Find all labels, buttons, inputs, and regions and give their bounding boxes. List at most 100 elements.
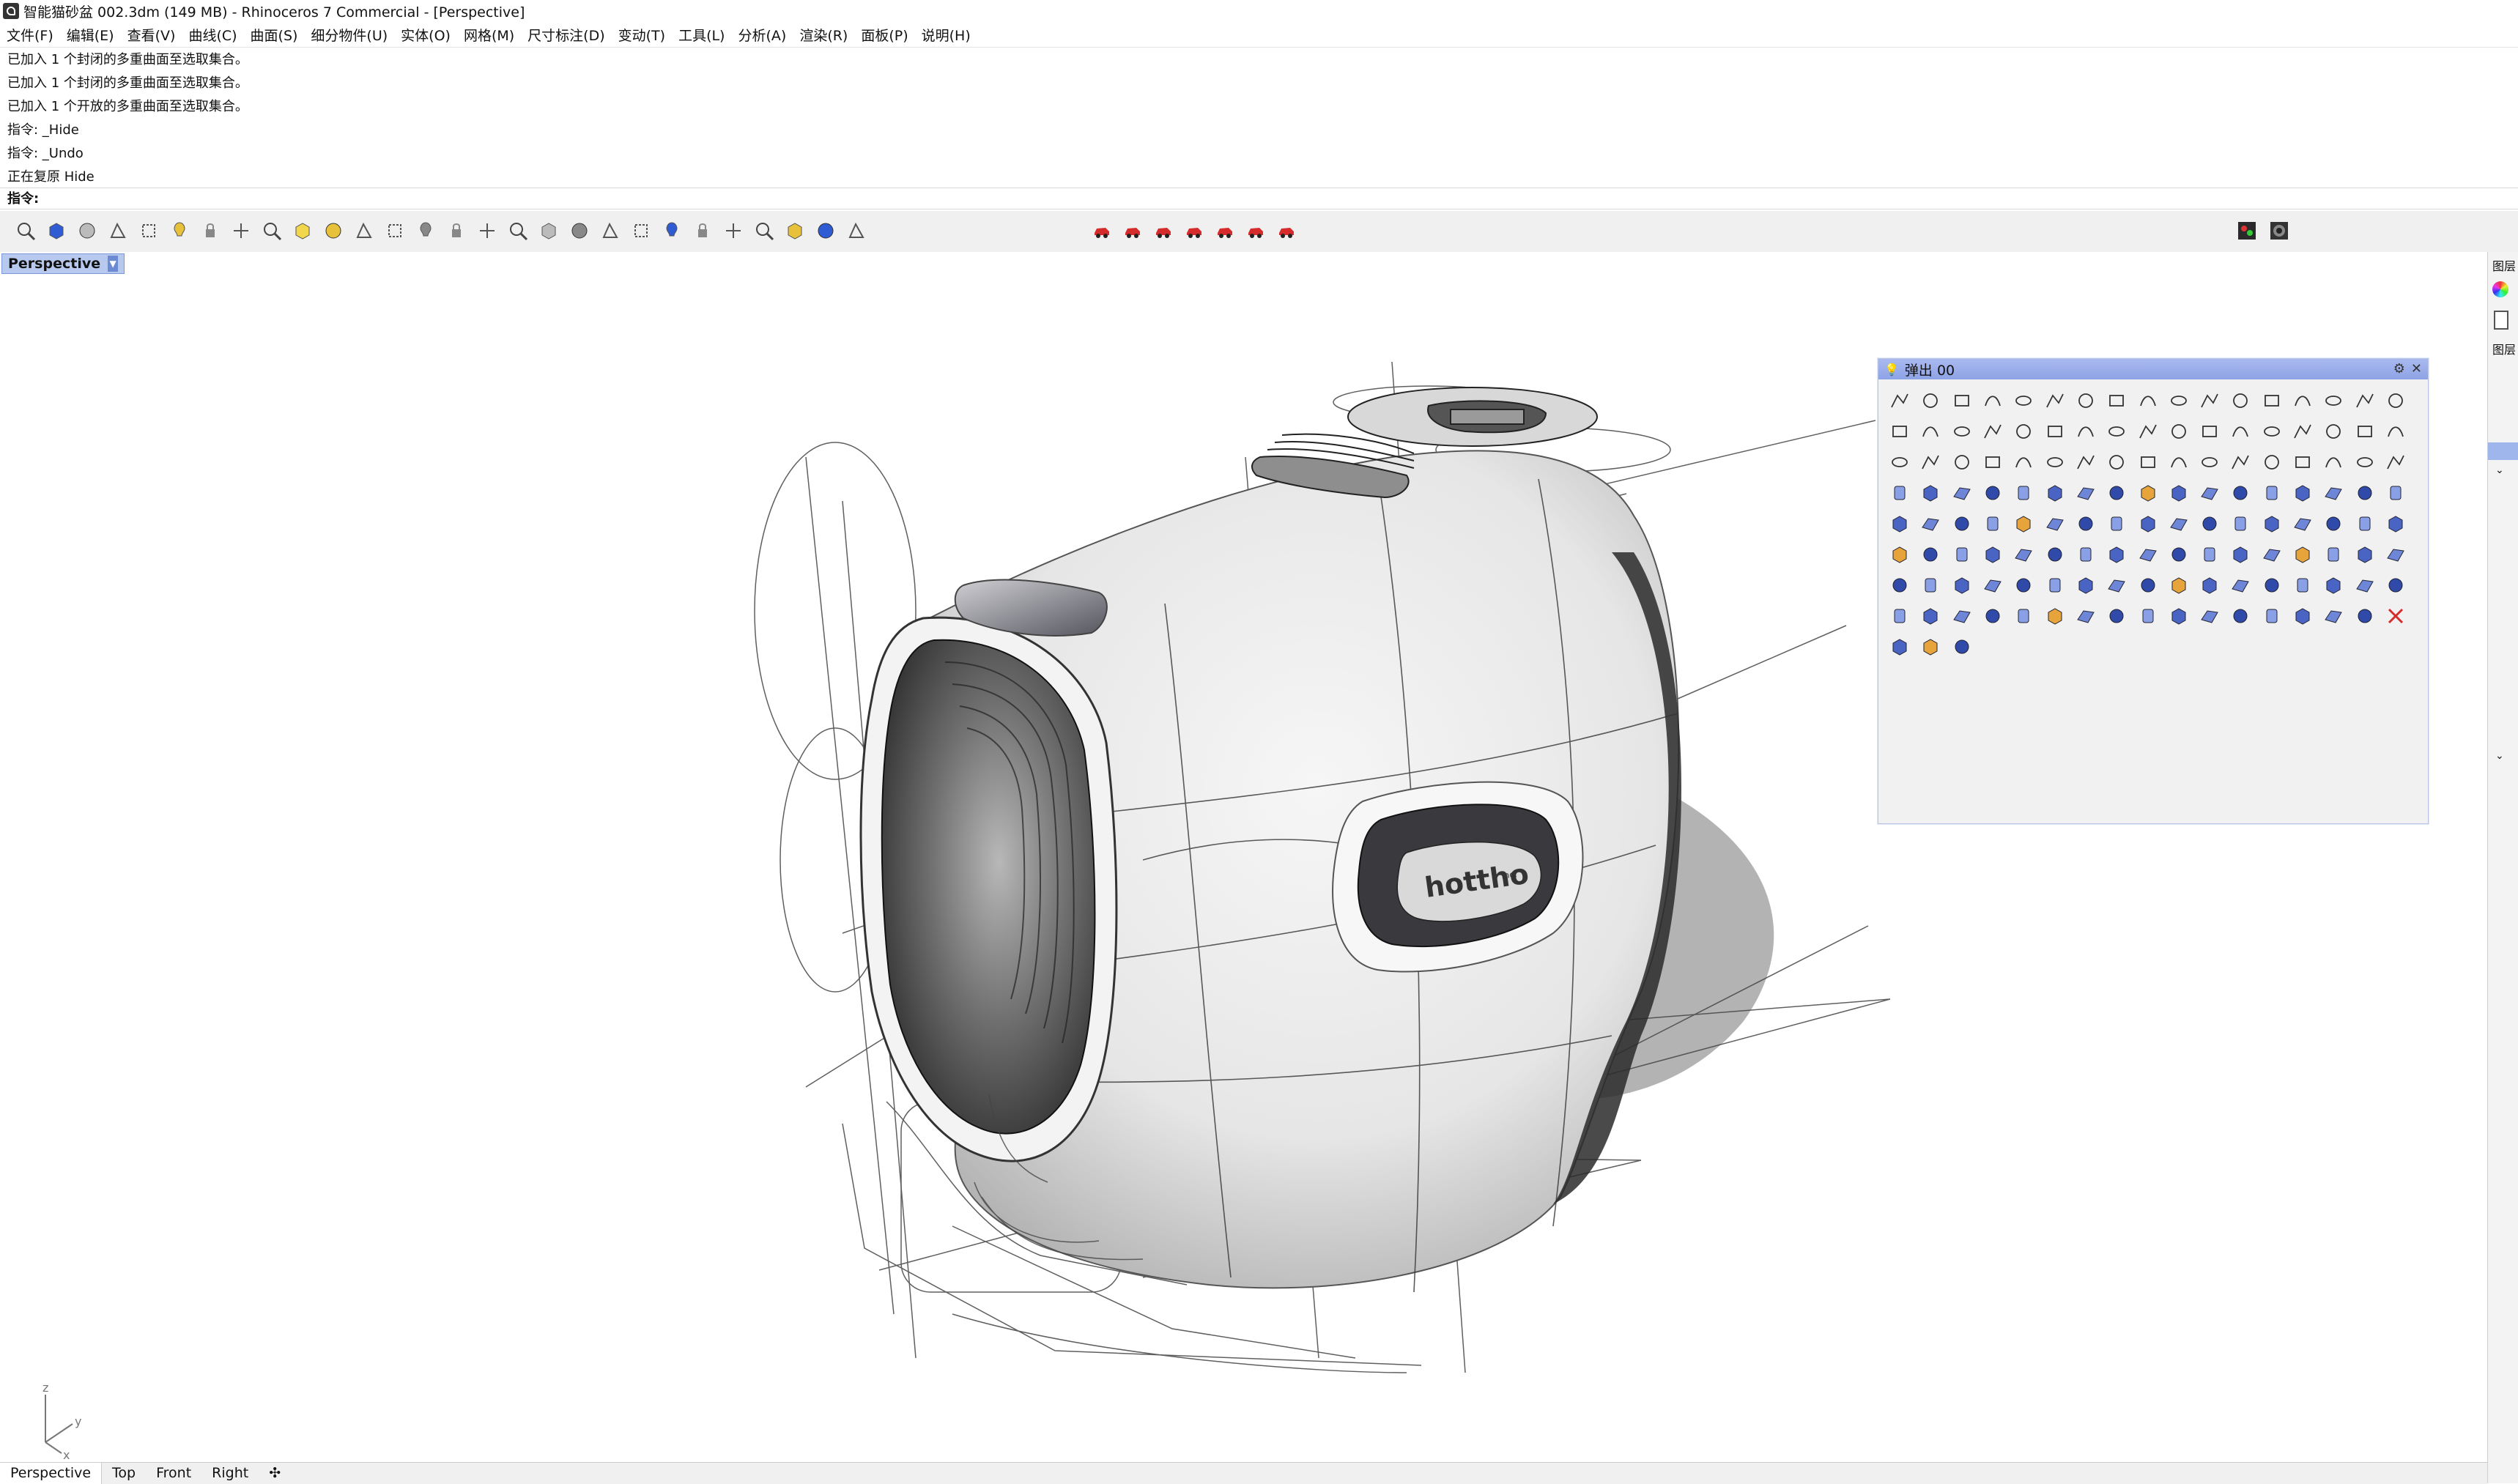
popup-tool-icon[interactable] [2070, 416, 2101, 447]
popup-tool-icon[interactable] [1884, 416, 1915, 447]
popup-tool-icon[interactable] [1915, 508, 1946, 539]
popup-tool-icon[interactable] [1947, 631, 1977, 662]
popup-tool-icon[interactable] [1915, 416, 1946, 447]
popup-tool-icon[interactable] [2287, 416, 2318, 447]
popup-tool-icon[interactable] [2318, 478, 2349, 508]
axes-icon[interactable] [844, 218, 869, 243]
menu-panels[interactable]: 面板(P) [854, 25, 914, 45]
menu-file[interactable]: 文件(F) [0, 25, 60, 45]
rectangle-dim-icon[interactable] [721, 218, 746, 243]
popup-tool-icon[interactable] [2194, 385, 2225, 416]
lock-icon[interactable] [475, 218, 500, 243]
popup-tool-icon[interactable] [2163, 416, 2194, 447]
popup-tool-icon[interactable] [2256, 385, 2287, 416]
popup-tool-icon[interactable] [2318, 385, 2349, 416]
popup-tool-icon[interactable] [2101, 539, 2132, 570]
popup-tool-icon[interactable] [2163, 601, 2194, 631]
popup-tool-icon[interactable] [2008, 416, 2039, 447]
menu-solid[interactable]: 实体(O) [394, 25, 457, 45]
popup-tool-icon[interactable] [1947, 447, 1977, 478]
popup-tool-icon[interactable] [2225, 447, 2256, 478]
render-color-icon[interactable] [2234, 218, 2259, 243]
rotate-icon[interactable] [259, 218, 284, 243]
popup-tool-icon[interactable] [1884, 539, 1915, 570]
popup-tool-icon[interactable] [2008, 601, 2039, 631]
popup-tool-icon[interactable] [2194, 601, 2225, 631]
selected-layer-row[interactable] [2488, 442, 2518, 460]
popup-tool-icon[interactable] [2380, 570, 2411, 601]
popup-tool-icon[interactable] [2380, 447, 2411, 478]
popup-tool-icon[interactable] [1977, 539, 2008, 570]
tab-top[interactable]: Top [102, 1463, 146, 1484]
popup-tool-icon[interactable] [2101, 508, 2132, 539]
menu-edit[interactable]: 编辑(E) [60, 25, 121, 45]
popup-tool-icon[interactable] [1977, 478, 2008, 508]
popup-tool-icon[interactable] [1977, 570, 2008, 601]
popup-tool-icon[interactable] [2256, 570, 2287, 601]
popup-tool-icon[interactable] [2132, 447, 2163, 478]
popup-tool-icon[interactable] [1977, 416, 2008, 447]
popup-tool-icon[interactable] [1915, 601, 1946, 631]
popup-tool-icon[interactable] [2349, 416, 2380, 447]
popup-tool-icon[interactable] [2318, 447, 2349, 478]
menu-tools[interactable]: 工具(L) [672, 25, 731, 45]
tab-perspective[interactable]: Perspective [0, 1463, 103, 1484]
popup-tool-icon[interactable] [2287, 385, 2318, 416]
popup-tool-icon[interactable] [2163, 539, 2194, 570]
popup-tool-icon[interactable] [1915, 478, 1946, 508]
bulb-icon[interactable] [352, 218, 377, 243]
popup-tool-icon[interactable] [2256, 447, 2287, 478]
popup-tool-icon[interactable] [2380, 539, 2411, 570]
popup-tool-icon[interactable] [2132, 416, 2163, 447]
spotlight-icon[interactable] [382, 218, 407, 243]
zoom-selected-icon[interactable] [75, 218, 100, 243]
popup-tool-icon[interactable] [2008, 570, 2039, 601]
popup-tool-icon[interactable] [2380, 508, 2411, 539]
popup-tool-icon[interactable] [1884, 570, 1915, 601]
chevron-down-icon[interactable]: ⌄ [2495, 464, 2504, 476]
car-red-3-icon[interactable] [1151, 218, 1176, 243]
popup-tool-icon[interactable] [2225, 570, 2256, 601]
car-red-7-icon[interactable] [1274, 218, 1299, 243]
text-icon[interactable] [321, 218, 346, 243]
box-icon[interactable] [136, 218, 161, 243]
pointer-icon[interactable] [782, 218, 807, 243]
rotate3d-icon[interactable] [752, 218, 777, 243]
popup-tool-icon[interactable] [2318, 570, 2349, 601]
popup-tool-icon[interactable] [2349, 385, 2380, 416]
menu-surface[interactable]: 曲面(S) [244, 25, 305, 45]
pencil-icon[interactable] [198, 218, 223, 243]
popup-tool-icon[interactable] [1947, 416, 1977, 447]
popup-tool-icon[interactable] [2349, 570, 2380, 601]
popup-tool-icon[interactable] [2225, 478, 2256, 508]
popup-tool-icon[interactable] [2008, 508, 2039, 539]
popup-tool-icon[interactable] [2101, 570, 2132, 601]
add-tab-icon[interactable]: ✣ [259, 1463, 291, 1484]
popup-tool-icon[interactable] [2039, 478, 2070, 508]
popup-tool-icon[interactable] [2380, 385, 2411, 416]
popup-tool-icon[interactable] [1915, 385, 1946, 416]
popup-tool-icon[interactable] [2070, 508, 2101, 539]
popup-tool-icon[interactable] [2070, 570, 2101, 601]
viewport-title-tab[interactable]: Perspective ▼ [1, 253, 125, 274]
menu-help[interactable]: 说明(H) [915, 25, 977, 45]
car-red-1-icon[interactable] [1089, 218, 1114, 243]
popup-tool-icon[interactable] [2225, 601, 2256, 631]
chevron-down-icon[interactable]: ⌄ [2495, 750, 2504, 762]
menu-analyze[interactable]: 分析(A) [731, 25, 793, 45]
popup-titlebar[interactable]: 💡 弹出 00 ⚙ ✕ [1878, 359, 2428, 379]
popup-tool-icon[interactable] [2039, 570, 2070, 601]
command-history[interactable]: 已加入 1 个封闭的多重曲面至选取集合。 已加入 1 个封闭的多重曲面至选取集合… [0, 48, 2518, 188]
popup-tool-icon[interactable] [2349, 478, 2380, 508]
popup-tool-icon[interactable] [2318, 508, 2349, 539]
popup-tool-icon[interactable] [1915, 631, 1946, 662]
menu-transform[interactable]: 变动(T) [612, 25, 672, 45]
globe-shade-icon[interactable] [536, 218, 561, 243]
tab-right[interactable]: Right [201, 1463, 259, 1484]
gumball-icon[interactable] [813, 218, 838, 243]
popup-tool-icon[interactable] [2194, 508, 2225, 539]
popup-tool-icon[interactable] [2349, 508, 2380, 539]
popup-tool-icon[interactable] [2380, 478, 2411, 508]
dimension-icon[interactable] [659, 218, 684, 243]
solid-icon[interactable] [167, 218, 192, 243]
